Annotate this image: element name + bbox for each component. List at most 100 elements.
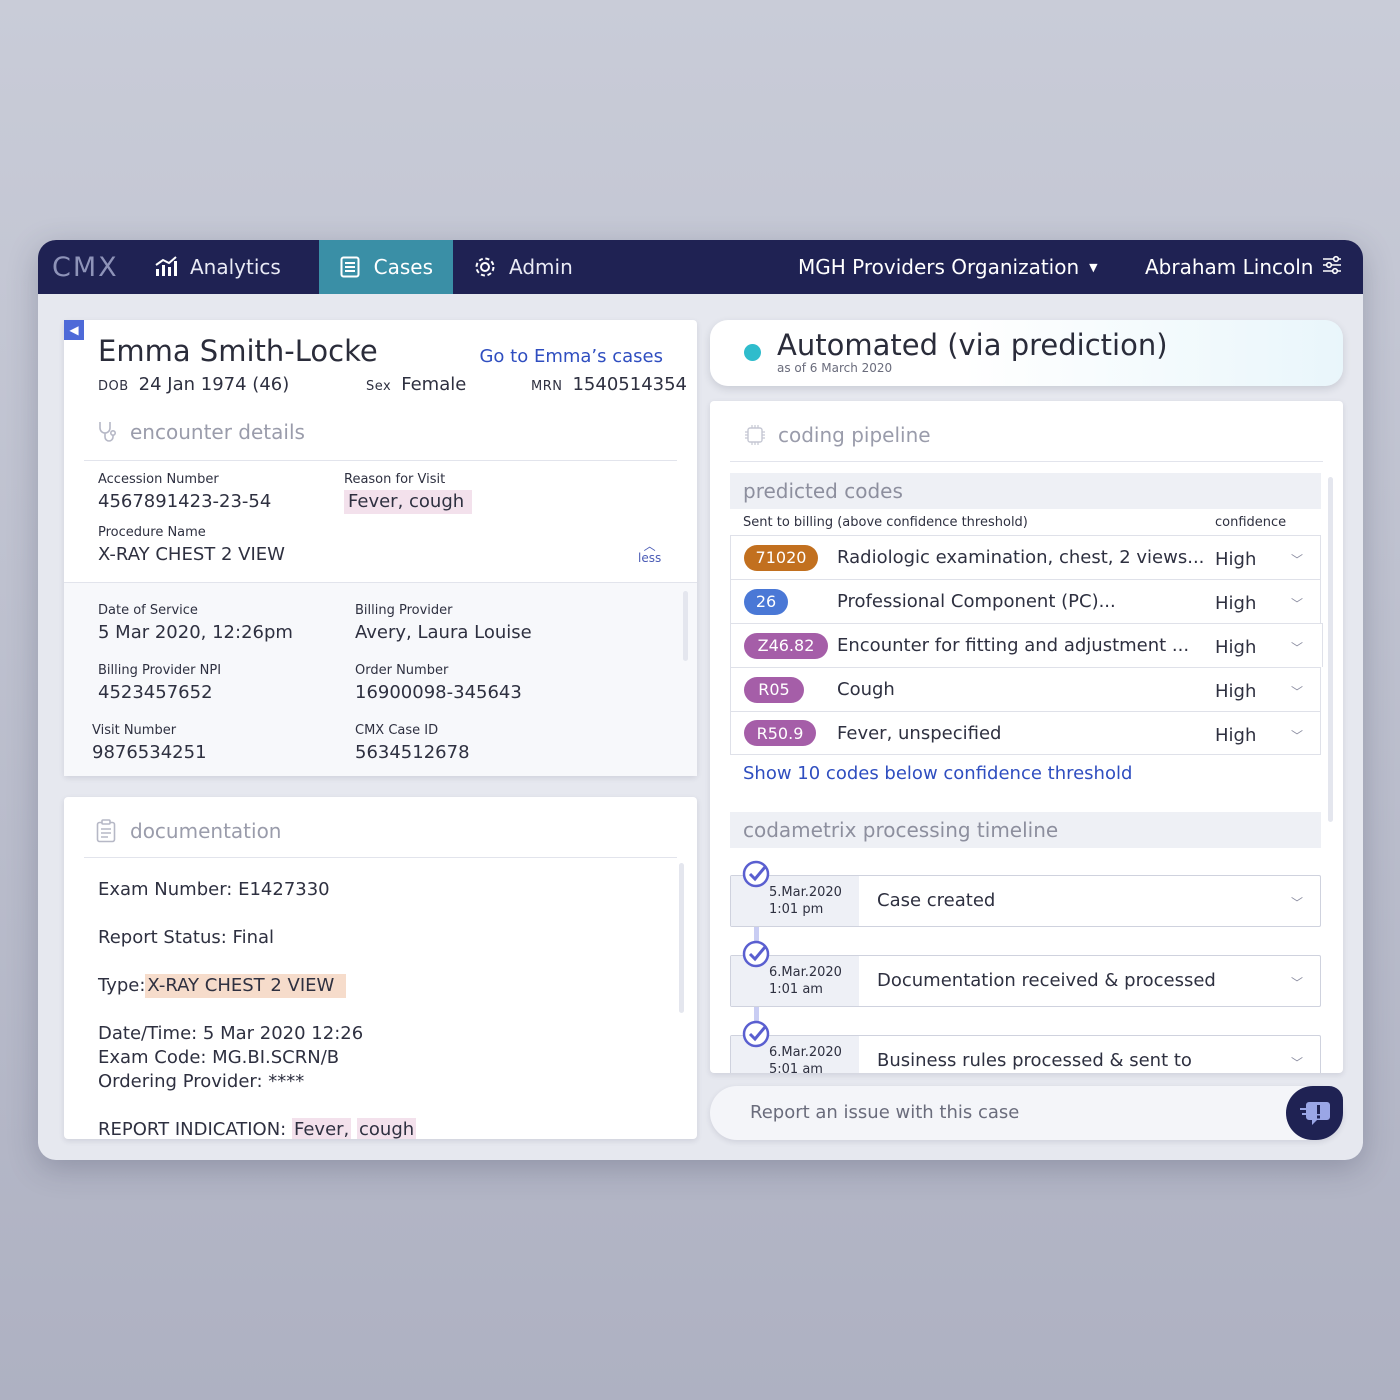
order-label: Order Number — [355, 663, 449, 678]
collapse-toggle[interactable]: ︿ less — [638, 540, 661, 564]
back-arrow-icon[interactable]: ◀ — [64, 320, 84, 340]
organization-selector[interactable]: MGH Providers Organization ▼ — [798, 240, 1098, 294]
dob-label: DOB — [98, 379, 129, 394]
pipeline-section-title: coding pipeline — [744, 423, 931, 447]
check-circle-icon — [742, 1020, 770, 1048]
npi-label: Billing Provider NPI — [98, 663, 222, 678]
code-description: Cough — [837, 679, 895, 700]
chevron-down-icon[interactable]: ﹀ — [1291, 974, 1303, 991]
dob-value: 24 Jan 1974 (46) — [138, 374, 290, 395]
organization-name: MGH Providers Organization — [798, 255, 1080, 279]
chevron-down-icon[interactable]: ﹀ — [1291, 683, 1303, 700]
code-description: Radiologic examination, chest, 2 views..… — [837, 547, 1205, 568]
order-value: 16900098-345643 — [355, 682, 522, 703]
tab-admin[interactable]: Admin — [453, 240, 603, 294]
show-below-threshold-link[interactable]: Show 10 codes below confidence threshold — [743, 763, 1132, 784]
indication-cough: cough — [357, 1118, 417, 1139]
check-circle-icon — [742, 860, 770, 888]
case-status-banner: Automated (via prediction) as of 6 March… — [710, 320, 1343, 386]
chevron-down-icon: ▼ — [1089, 260, 1098, 274]
chevron-down-icon[interactable]: ﹀ — [1291, 727, 1303, 744]
sex-value: Female — [401, 374, 467, 395]
divider — [730, 461, 1323, 462]
accession-label: Accession Number — [98, 472, 219, 487]
dob-group: DOB 24 Jan 1974 (46) — [98, 374, 289, 395]
code-row[interactable]: R05 Cough High ﹀ — [730, 667, 1321, 711]
divider — [84, 857, 677, 858]
reason-field: Reason for Visit Fever, cough — [344, 472, 473, 514]
indication-line: REPORT INDICATION: Fever, cough — [98, 1118, 417, 1139]
alert-message-icon — [1299, 1102, 1330, 1125]
tab-cases[interactable]: Cases — [319, 240, 453, 294]
timeline-event: Business rules processed & sent to — [877, 1050, 1192, 1071]
chevron-down-icon[interactable]: ﹀ — [1291, 894, 1303, 911]
code-row[interactable]: 71020 Radiologic examination, chest, 2 v… — [730, 535, 1321, 579]
case-id-value: 5634512678 — [355, 742, 470, 763]
scrollbar[interactable] — [683, 591, 688, 661]
procedure-field: Procedure Name X-RAY CHEST 2 VIEW — [98, 525, 285, 565]
confidence-column-label: confidence — [1215, 515, 1287, 530]
top-nav: CMX Analytics Cases Admin MGH Providers … — [38, 240, 1363, 294]
mrn-value: 1540514354 — [572, 374, 688, 395]
pipeline-title: coding pipeline — [778, 423, 931, 447]
npi-value: 4523457652 — [98, 682, 213, 703]
chevron-down-icon[interactable]: ﹀ — [1291, 595, 1303, 612]
scrollbar[interactable] — [679, 863, 684, 1013]
predicted-codes-list: 71020 Radiologic examination, chest, 2 v… — [730, 535, 1323, 755]
code-confidence: High — [1215, 725, 1257, 746]
code-badge: 71020 — [744, 544, 818, 571]
code-description: Fever, unspecified — [837, 722, 1002, 744]
timeline-item[interactable]: 6.Mar.2020 5:01 am Business rules proces… — [730, 1035, 1321, 1073]
check-circle-icon — [742, 940, 770, 968]
timeline-header: codametrix processing timeline — [730, 812, 1321, 848]
npi-field: Billing Provider NPI 4523457652 — [98, 663, 221, 703]
visit-label: Visit Number — [92, 723, 177, 738]
exam-code-line: Exam Code: MG.BI.SCRN/B — [98, 1047, 340, 1068]
type-value: X-RAY CHEST 2 VIEW — [145, 974, 347, 998]
chip-icon — [744, 424, 766, 446]
status-date: as of 6 March 2020 — [777, 361, 893, 375]
timeline-item[interactable]: 6.Mar.2020 1:01 am Documentation receive… — [730, 955, 1321, 1007]
cmx-logo[interactable]: CMX — [38, 252, 134, 283]
code-row[interactable]: 26 Professional Component (PC)... High ﹀ — [730, 579, 1321, 623]
timeline-date-time: 5:01 am — [769, 1062, 823, 1073]
code-confidence: High — [1215, 637, 1257, 658]
status-indicator — [744, 344, 761, 361]
status-title: Automated (via prediction) — [777, 328, 1168, 362]
code-badge: R50.9 — [744, 720, 816, 746]
order-field: Order Number 16900098-345643 — [355, 663, 522, 703]
user-menu[interactable]: Abraham Lincoln — [1145, 240, 1343, 294]
chevron-down-icon[interactable]: ﹀ — [1291, 639, 1303, 656]
tab-cases-label: Cases — [373, 255, 433, 279]
timeline-item[interactable]: 5.Mar.2020 1:01 pm Case created ﹀ — [730, 875, 1321, 927]
timeline-date-time: 1:01 pm — [769, 902, 824, 917]
tab-analytics[interactable]: Analytics — [134, 240, 319, 294]
chevron-down-icon[interactable]: ﹀ — [1291, 1054, 1303, 1071]
go-to-cases-link[interactable]: Go to Emma’s cases — [479, 346, 663, 367]
exam-number: Exam Number: E1427330 — [98, 879, 330, 900]
reason-value: Fever, cough — [344, 490, 473, 514]
code-row[interactable]: R50.9 Fever, unspecified High ﹀ — [730, 711, 1321, 755]
accession-field: Accession Number 4567891423-23-54 — [98, 472, 271, 512]
patient-name: Emma Smith-Locke — [98, 334, 378, 368]
indication-label: REPORT INDICATION: — [98, 1119, 287, 1139]
documentation-card: documentation Exam Number: E1427330 Repo… — [64, 797, 697, 1139]
code-row[interactable]: Z46.82 Encounter for fitting and adjustm… — [730, 623, 1323, 667]
code-badge: Z46.82 — [744, 632, 828, 659]
report-issue-bar[interactable]: Report an issue with this case — [710, 1086, 1343, 1140]
billing-provider-field: Billing Provider Avery, Laura Louise — [355, 603, 532, 643]
divider — [84, 460, 677, 461]
procedure-value: X-RAY CHEST 2 VIEW — [98, 544, 285, 565]
scrollbar[interactable] — [1328, 477, 1333, 822]
procedure-label: Procedure Name — [98, 525, 206, 540]
timeline-date-day: 6.Mar.2020 — [769, 1045, 842, 1060]
clipboard-icon — [96, 819, 118, 843]
code-confidence: High — [1215, 681, 1257, 702]
report-issue-label: Report an issue with this case — [750, 1102, 1020, 1123]
settings-sliders-icon — [1321, 254, 1343, 281]
code-description: Encounter for fitting and adjustment ... — [837, 635, 1190, 656]
app-window: CMX Analytics Cases Admin MGH Providers … — [38, 240, 1363, 1160]
chevron-down-icon[interactable]: ﹀ — [1291, 551, 1303, 568]
coding-pipeline-card: coding pipeline predicted codes Sent to … — [710, 401, 1343, 1073]
report-issue-button[interactable] — [1286, 1086, 1343, 1140]
